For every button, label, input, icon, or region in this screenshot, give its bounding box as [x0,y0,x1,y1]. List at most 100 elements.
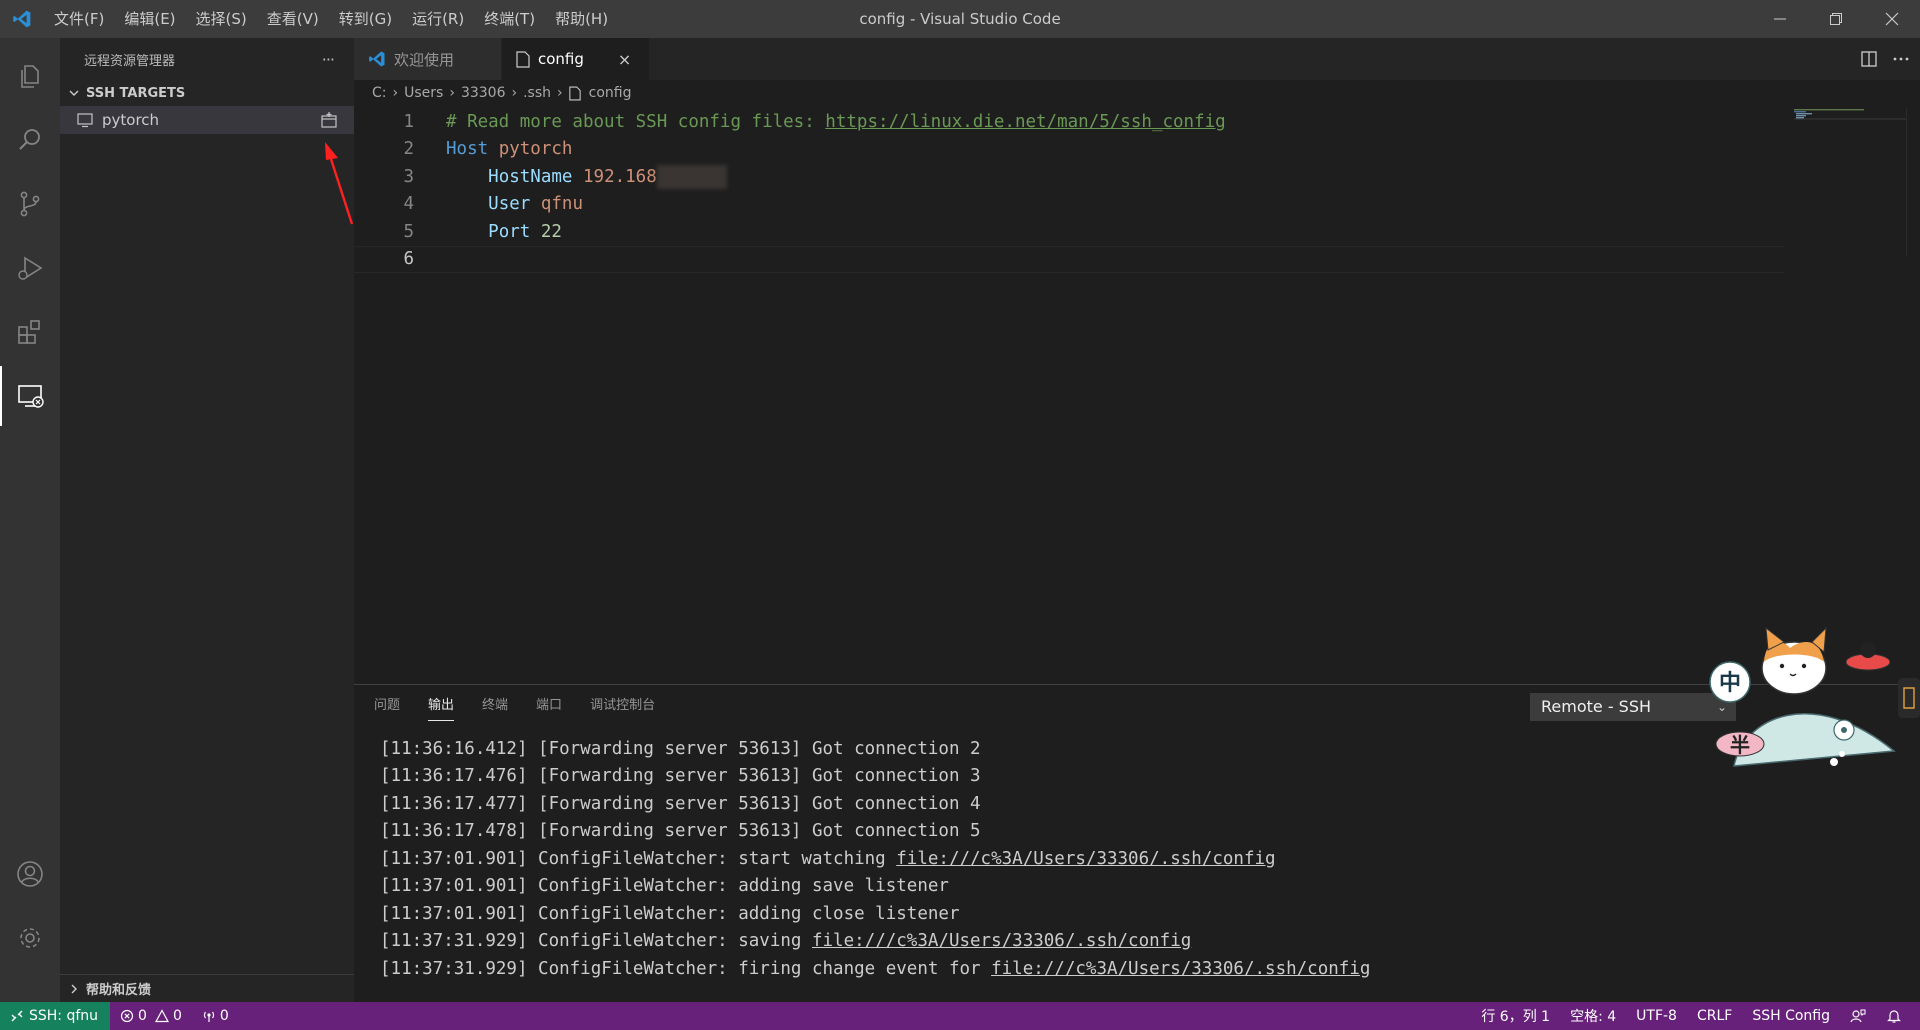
menu-file[interactable]: 文件(F) [44,0,114,38]
sidebar-title: 远程资源管理器 [84,53,176,69]
breadcrumb-drive[interactable]: C: [372,85,387,101]
status-bar-right: 行 6，列 1 空格: 4 UTF-8 CRLF SSH Config [1471,1002,1912,1030]
bell-icon [1887,1010,1901,1023]
code-link[interactable]: https://linux.die.net/man/5/ssh_config [825,112,1225,132]
code-editor[interactable]: 1 # Read more about SSH config files: ht… [354,108,1784,273]
editor-actions [1860,38,1910,80]
close-tab-button[interactable]: × [618,50,631,69]
close-window-button[interactable] [1864,0,1920,38]
code-line: 3 HostName 192.168 [354,163,1784,191]
log-file-link[interactable]: file:///c%3A/Users/33306/.ssh/config [812,931,1191,951]
menu-run[interactable]: 运行(R) [402,0,474,38]
line-number: 1 [403,111,414,132]
ssh-targets-section[interactable]: SSH TARGETS [60,80,354,106]
minimize-icon [1774,18,1786,20]
help-feedback-label: 帮助和反馈 [86,983,152,998]
split-editor-icon[interactable] [1860,50,1878,68]
tab-config[interactable]: config × [502,38,650,80]
code-comment: # Read more about SSH config files: [446,111,826,132]
tab-output[interactable]: 输出 [428,685,455,727]
close-icon [1885,12,1899,26]
more-actions-icon[interactable] [1892,50,1910,68]
chevron-right-icon [71,984,77,993]
tab-problems[interactable]: 问题 [374,685,400,727]
bottom-panel: 问题 输出 终端 端口 调试控制台 Remote - SSH ⌄ [11:36:… [354,684,1920,1002]
minimap[interactable] [1794,108,1906,128]
tab-ports[interactable]: 端口 [536,685,562,727]
line-number: 3 [403,166,414,187]
code-line: 5 Port 22 [354,218,1784,246]
file-icon [568,86,581,100]
source-control-button[interactable] [0,174,60,234]
notifications-button[interactable] [1876,1002,1912,1030]
minimize-button[interactable] [1752,0,1808,38]
problems-indicator[interactable]: 0 0 [110,1002,192,1030]
tab-terminal[interactable]: 终端 [482,685,508,727]
tab-welcome[interactable]: 欢迎使用 [354,38,502,80]
remote-label: SSH: qfnu [29,1008,99,1024]
explorer-icon [21,65,39,88]
window-controls [1752,0,1920,38]
connect-new-window-button[interactable] [320,111,338,133]
remote-explorer-sidebar: 远程资源管理器 ··· SSH TARGETS pytorch 帮助和反馈 [60,38,354,1002]
menu-go[interactable]: 转到(G) [329,0,402,38]
editor-scrollbar[interactable] [1906,108,1920,256]
tab-debug-console[interactable]: 调试控制台 [590,685,655,727]
breadcrumb-ssh[interactable]: .ssh [523,85,551,101]
annotation-arrow-icon [325,142,354,225]
remote-explorer-button[interactable] [0,366,60,426]
line-number: 4 [403,194,414,215]
monitor-icon [77,113,93,128]
explorer-button[interactable] [0,46,60,106]
tab-label: config [538,50,584,68]
code-key: User [488,194,531,215]
search-button[interactable] [0,110,60,170]
sidebar-header: 远程资源管理器 ··· [60,38,354,80]
settings-button[interactable] [0,908,60,968]
breadcrumb-user-folder[interactable]: 33306 [461,85,506,101]
menu-help[interactable]: 帮助(H) [545,0,618,38]
menu-bar: 文件(F) 编辑(E) 选择(S) 查看(V) 转到(G) 运行(R) 终端(T… [44,0,618,38]
log-file-link[interactable]: file:///c%3A/Users/33306/.ssh/config [991,959,1370,979]
output-log[interactable]: [11:36:16.412] [Forwarding server 53613]… [380,735,1370,983]
search-icon [19,129,40,150]
menu-edit[interactable]: 编辑(E) [114,0,185,38]
feedback-button[interactable] [1840,1002,1876,1030]
cat-mascot-icon: 中 半 [1709,626,1920,767]
log-line: [11:36:17.476] [Forwarding server 53613]… [380,766,981,787]
language-mode[interactable]: SSH Config [1742,1002,1840,1030]
restore-icon [1830,13,1842,25]
breadcrumb-users[interactable]: Users [404,85,443,101]
extensions-button[interactable] [0,302,60,362]
sidebar-more-button[interactable]: ··· [322,50,335,69]
menu-view[interactable]: 查看(V) [257,0,329,38]
cursor-position[interactable]: 行 6，列 1 [1471,1002,1560,1030]
ports-indicator[interactable]: 0 [192,1002,239,1030]
restore-button[interactable] [1808,0,1864,38]
breadcrumb-file[interactable]: config [589,85,632,101]
chevron-right-icon: › [557,85,563,101]
output-channel-value: Remote - SSH [1541,697,1652,716]
code-line: 4 User qfnu [354,191,1784,219]
log-line: [11:37:01.901] ConfigFileWatcher: adding… [380,876,949,897]
run-debug-button[interactable] [0,238,60,298]
code-key: Port [488,221,531,242]
log-file-link[interactable]: file:///c%3A/Users/33306/.ssh/config [896,849,1275,869]
indentation[interactable]: 空格: 4 [1560,1002,1626,1030]
run-debug-icon [18,256,43,280]
chevron-right-icon: › [511,85,518,101]
vscode-logo-icon [0,0,44,38]
remote-indicator[interactable]: SSH: qfnu [0,1002,111,1030]
editor-area: 欢迎使用 config × C: › Users › 33306 › .ssh … [354,38,1920,1002]
accounts-button[interactable] [0,844,60,904]
ssh-target-pytorch[interactable]: pytorch [60,106,354,134]
menu-terminal[interactable]: 终端(T) [474,0,545,38]
encoding[interactable]: UTF-8 [1626,1002,1687,1030]
menu-selection[interactable]: 选择(S) [186,0,257,38]
help-feedback-section[interactable]: 帮助和反馈 [60,974,354,1002]
ime-mascot-widget[interactable]: 中 半 [1704,626,1920,780]
end-of-line[interactable]: CRLF [1687,1002,1742,1030]
remote-icon [11,1010,23,1022]
new-window-icon [321,112,337,128]
code-value: pytorch [498,139,573,160]
